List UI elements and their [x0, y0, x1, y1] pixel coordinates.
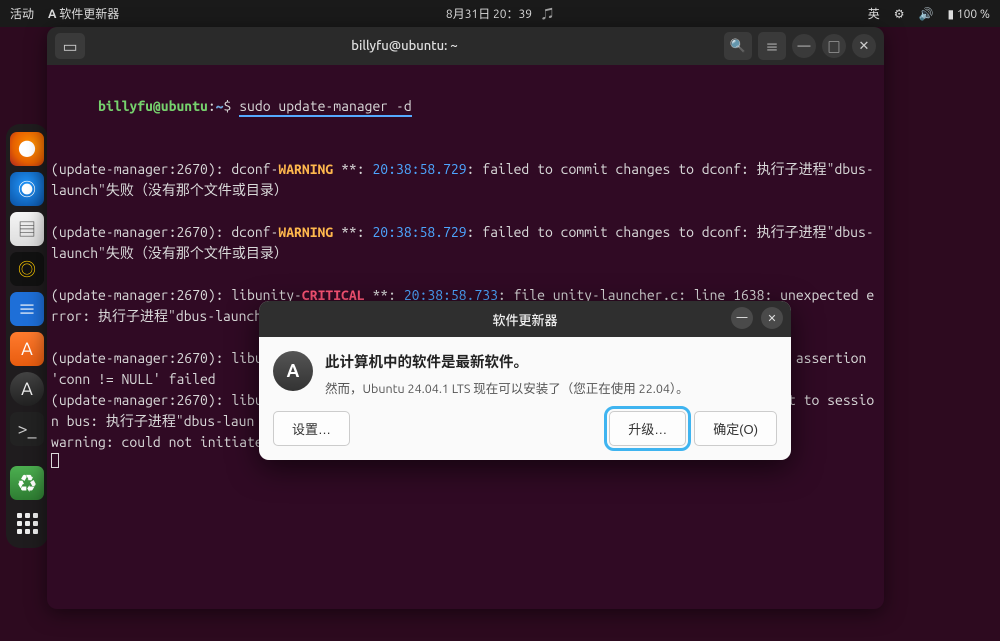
ok-button[interactable]: 确定(O)	[694, 411, 777, 446]
terminal-close-button[interactable]: ✕	[852, 34, 876, 58]
dialog-updater-icon: A	[273, 351, 313, 391]
apps-grid-icon	[17, 513, 38, 534]
terminal-cursor	[51, 453, 59, 468]
terminal-titlebar: ▭ billyfu@ubuntu: ~ 🔍 ≡ — □ ✕	[47, 27, 884, 65]
dock-show-apps[interactable]	[10, 506, 44, 540]
battery-icon: ▮	[947, 7, 954, 21]
app-indicator[interactable]: A 软件更新器	[48, 5, 119, 22]
activities-button[interactable]: 活动	[10, 5, 34, 22]
terminal-search-button[interactable]: 🔍	[724, 32, 752, 60]
clock[interactable]: 8月31日 20：39	[446, 5, 532, 22]
dialog-title: 软件更新器	[492, 310, 557, 329]
top-panel: 活动 A 软件更新器 8月31日 20：39 ♫ 英 ⚙ 🔊 ▮ 100 %	[0, 0, 1000, 27]
battery-indicator[interactable]: ▮ 100 %	[947, 7, 990, 21]
terminal-menu-button[interactable]: ≡	[758, 32, 786, 60]
terminal-minimize-button[interactable]: —	[792, 34, 816, 58]
battery-percent: 100 %	[957, 8, 990, 21]
dialog-heading: 此计算机中的软件是最新软件。	[325, 351, 773, 372]
dialog-close-button[interactable]: ✕	[761, 307, 783, 329]
prompt-user: billyfu@ubuntu	[98, 98, 208, 114]
terminal-output-line: (update-manager:2670): dconf-WARNING **:…	[51, 159, 880, 201]
settings-button[interactable]: 设置…	[273, 411, 350, 446]
terminal-title: billyfu@ubuntu: ~	[91, 39, 718, 53]
app-indicator-label: 软件更新器	[59, 8, 119, 21]
prompt-path: ~	[216, 98, 224, 114]
dock-libreoffice-writer[interactable]: ≡	[10, 292, 44, 326]
dock-software-updater[interactable]: A	[10, 372, 44, 406]
dock-trash[interactable]: ♻	[10, 466, 44, 500]
volume-icon[interactable]: 🔊	[919, 7, 934, 21]
dialog-minimize-button[interactable]: —	[731, 307, 753, 329]
network-icon[interactable]: ⚙	[894, 7, 905, 21]
dialog-titlebar: 软件更新器 — ✕	[259, 301, 791, 337]
upgrade-button[interactable]: 升级…	[609, 411, 686, 446]
dock-thunderbird[interactable]: ◉	[10, 172, 44, 206]
terminal-command: sudo update-manager -d	[239, 98, 411, 117]
dock-rhythmbox[interactable]: ◎	[10, 252, 44, 286]
dock-ubuntu-software[interactable]: A	[10, 332, 44, 366]
terminal-output-line: (update-manager:2670): dconf-WARNING **:…	[51, 222, 880, 264]
bell-icon[interactable]: ♫	[542, 5, 554, 22]
terminal-new-tab-button[interactable]: ▭	[55, 33, 85, 59]
dock-files[interactable]: ▤	[10, 212, 44, 246]
dock-terminal[interactable]: >_	[10, 412, 44, 446]
dock: ● ◉ ▤ ◎ ≡ A A >_ ♻	[6, 124, 48, 548]
software-updater-dialog: 软件更新器 — ✕ A 此计算机中的软件是最新软件。 然而，Ubuntu 24.…	[259, 301, 791, 460]
terminal-maximize-button[interactable]: □	[822, 34, 846, 58]
updater-icon: A	[48, 8, 56, 21]
dialog-subtext: 然而，Ubuntu 24.04.1 LTS 现在可以安装了（您正在使用 22.0…	[325, 378, 773, 397]
input-method-indicator[interactable]: 英	[868, 5, 880, 22]
dock-firefox[interactable]: ●	[10, 132, 44, 166]
